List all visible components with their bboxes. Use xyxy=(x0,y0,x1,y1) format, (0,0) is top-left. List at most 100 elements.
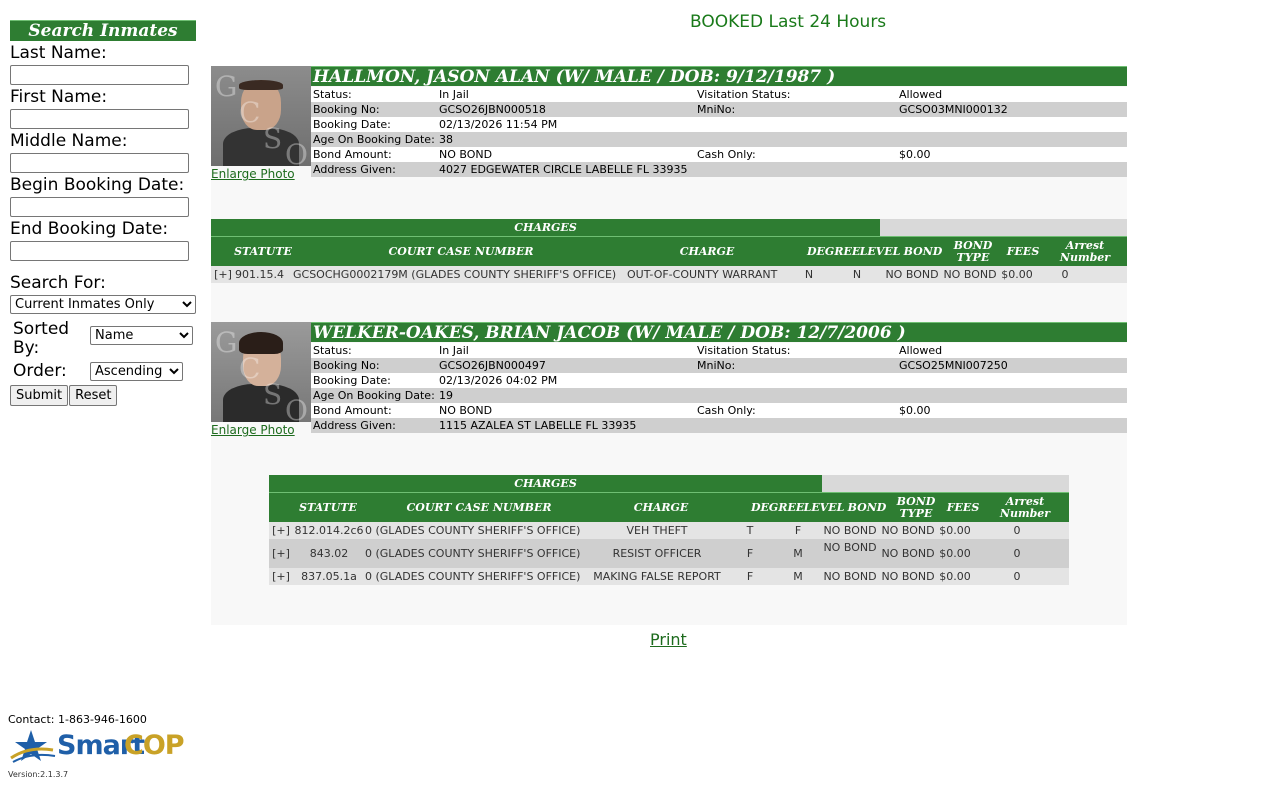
arrest-number-cell: 0 xyxy=(1013,524,1021,537)
bond-type-cell: NO BOND xyxy=(881,570,935,583)
end-booking-date-input[interactable] xyxy=(10,241,189,261)
statute-header: STATUTE xyxy=(234,244,292,258)
expand-charge-toggle[interactable]: [+] xyxy=(269,570,293,583)
inmate-name-header: WELKER-OAKES, BRIAN JACOB (W/ MALE / DOB… xyxy=(311,322,1127,343)
charge-row: [+] 812.014.2c6 0 (GLADES COUNTY SHERIFF… xyxy=(269,522,1069,539)
mugshot-photo[interactable]: G C S O xyxy=(211,322,311,422)
print-link[interactable]: Print xyxy=(650,630,687,649)
age-value: 38 xyxy=(437,132,695,147)
age-value: 19 xyxy=(437,388,695,403)
expand-charge-toggle[interactable]: [+] xyxy=(211,268,235,281)
middle-name-input[interactable] xyxy=(10,153,189,173)
court-case-cell: 0 (GLADES COUNTY SHERIFF'S OFFICE) xyxy=(365,570,581,583)
cash-only-value: $0.00 xyxy=(897,403,1127,418)
booking-no-label: Booking No: xyxy=(311,102,437,117)
logo-cop-text: COP xyxy=(124,730,185,761)
mnino-value: GCSO03MNI000132 xyxy=(897,102,1127,117)
end-booking-date-label: End Booking Date: xyxy=(10,219,169,239)
mnino-value: GCSO25MNI007250 xyxy=(897,358,1127,373)
level-cell: N xyxy=(852,268,862,281)
bond-amount-label: Bond Amount: xyxy=(311,147,437,162)
charge-row: [+] 837.05.1a 0 (GLADES COUNTY SHERIFF'S… xyxy=(269,568,1069,585)
begin-booking-date-input[interactable] xyxy=(10,197,189,217)
search-inmates-title: Search Inmates xyxy=(10,20,196,41)
charge-row: [+] 843.02 0 (GLADES COUNTY SHERIFF'S OF… xyxy=(269,539,1069,568)
charge-cell: VEH THEFT xyxy=(626,524,688,537)
charge-cell: MAKING FALSE REPORT xyxy=(593,570,721,583)
statute-cell: 812.014.2c6 xyxy=(294,524,364,537)
charges-title: CHARGES xyxy=(211,219,880,236)
charges-table: CHARGES STATUTE COURT CASE NUMBER CHARGE… xyxy=(211,219,1127,283)
address-label: Address Given: xyxy=(311,162,437,177)
order-label: Order: xyxy=(13,361,67,381)
level-cell: M xyxy=(793,570,803,583)
visitation-value: Allowed xyxy=(897,87,1127,102)
charge-header: CHARGE xyxy=(633,500,689,514)
fees-header: FEES xyxy=(1006,244,1040,258)
mugshot-photo[interactable]: G C S O xyxy=(211,66,311,166)
last-name-input[interactable] xyxy=(10,65,189,85)
visitation-value: Allowed xyxy=(897,343,1127,358)
cash-only-label: Cash Only: xyxy=(695,147,897,162)
court-case-cell: 0 (GLADES COUNTY SHERIFF'S OFFICE) xyxy=(365,524,581,537)
level-header: LEVEL xyxy=(803,500,845,514)
fees-header: FEES xyxy=(946,500,980,514)
enlarge-photo-link[interactable]: Enlarge Photo xyxy=(211,423,295,437)
fees-cell: $0.00 xyxy=(1001,268,1033,281)
mnino-label: MniNo: xyxy=(695,358,897,373)
expand-charge-toggle[interactable]: [+] xyxy=(269,524,293,537)
court-case-header: COURT CASE NUMBER xyxy=(406,500,552,514)
search-for-select[interactable]: Current Inmates Only xyxy=(10,295,196,314)
charge-cell: OUT-OF-COUNTY WARRANT xyxy=(627,268,778,281)
bond-type-cell: NO BOND xyxy=(881,524,935,537)
age-label: Age On Booking Date: xyxy=(311,388,437,403)
results-panel: G C S O Enlarge Photo HALLMON, JASON ALA… xyxy=(211,66,1127,625)
degree-header: DEGREE xyxy=(751,500,805,514)
mnino-label: MniNo: xyxy=(695,102,897,117)
address-label: Address Given: xyxy=(311,418,437,433)
version-label: Version:2.1.3.7 xyxy=(8,770,69,779)
visitation-label: Visitation Status: xyxy=(695,87,897,102)
first-name-input[interactable] xyxy=(10,109,189,129)
booking-date-label: Booking Date: xyxy=(311,373,437,388)
expand-charge-toggle[interactable]: [+] xyxy=(269,547,293,560)
last-name-label: Last Name: xyxy=(10,43,107,63)
fees-cell: $0.00 xyxy=(939,547,971,560)
search-sidebar: Search Inmates Last Name: First Name: Mi… xyxy=(10,20,200,406)
arrest-number-cell: 0 xyxy=(1013,547,1021,560)
level-cell: F xyxy=(794,524,802,537)
search-for-label: Search For: xyxy=(10,273,106,293)
inmate-details-table: Status: In Jail Visitation Status: Allow… xyxy=(311,87,1127,177)
middle-name-label: Middle Name: xyxy=(10,131,128,151)
sorted-by-select[interactable]: Name xyxy=(90,326,193,345)
booking-no-label: Booking No: xyxy=(311,358,437,373)
contact-phone: Contact: 1-863-946-1600 xyxy=(8,713,147,726)
order-select[interactable]: Ascending xyxy=(90,362,183,381)
statute-cell: 901.15.4 xyxy=(235,268,284,281)
charges-table: CHARGES STATUTE COURT CASE NUMBER CHARGE… xyxy=(269,475,1069,585)
charge-header: CHARGE xyxy=(679,244,735,258)
statute-cell: 843.02 xyxy=(309,547,349,560)
submit-button[interactable]: Submit xyxy=(10,385,69,406)
reset-button[interactable]: Reset xyxy=(69,385,118,406)
fees-cell: $0.00 xyxy=(939,570,971,583)
cash-only-label: Cash Only: xyxy=(695,403,897,418)
bond-header: BOND xyxy=(903,244,943,258)
bond-cell: NO BOND xyxy=(823,570,877,583)
bond-type-cell: NO BOND xyxy=(943,268,997,281)
statute-cell: 837.05.1a xyxy=(301,570,357,583)
cash-only-value: $0.00 xyxy=(897,147,1127,162)
bond-type-header: BOND TYPE xyxy=(953,238,993,264)
arrest-number-header: Arrest Number xyxy=(999,494,1051,520)
enlarge-photo-link[interactable]: Enlarge Photo xyxy=(211,167,295,181)
visitation-label: Visitation Status: xyxy=(695,343,897,358)
sorted-by-label: Sorted By: xyxy=(13,319,70,358)
bond-amount-value: NO BOND xyxy=(437,403,695,418)
page-title: BOOKED Last 24 Hours xyxy=(690,12,887,32)
arrest-number-cell: 0 xyxy=(1013,570,1021,583)
bond-cell: NO BOND xyxy=(885,268,939,281)
charge-cell: RESIST OFFICER xyxy=(612,547,702,560)
age-label: Age On Booking Date: xyxy=(311,132,437,147)
bond-type-cell: NO BOND xyxy=(881,547,935,560)
booking-no-value: GCSO26JBN000497 xyxy=(437,358,695,373)
